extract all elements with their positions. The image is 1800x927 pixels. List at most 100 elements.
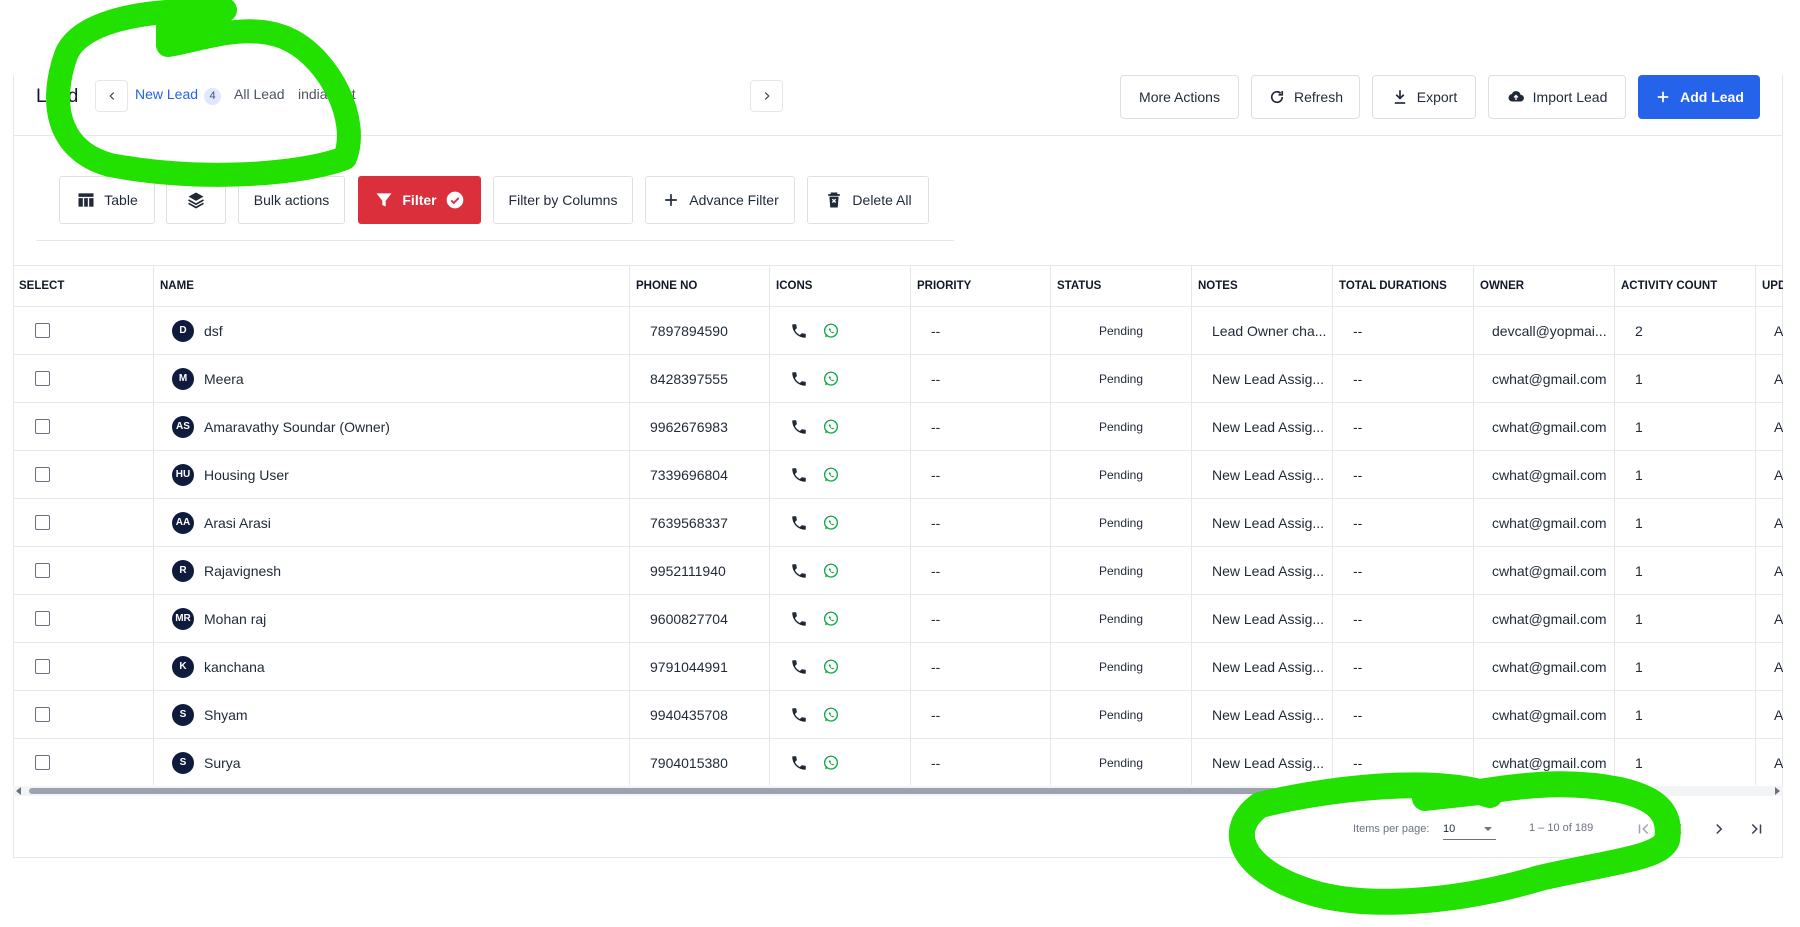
whatsapp-icon[interactable] <box>822 754 840 772</box>
whatsapp-icon[interactable] <box>822 562 840 580</box>
page-title: Lead <box>36 86 79 107</box>
table-row[interactable]: MR Mohan raj 9600827704 -- Pending New Lead A… <box>13 595 1783 643</box>
column-header-notes[interactable]: NOTES <box>1192 266 1333 306</box>
refresh-icon <box>1270 90 1284 104</box>
prev-page-icon <box>1675 823 1682 835</box>
whatsapp-icon[interactable] <box>822 466 840 484</box>
table-view-button[interactable]: Table <box>59 176 155 224</box>
layers-button[interactable] <box>166 176 226 224</box>
lead-name[interactable]: kanchana <box>204 659 265 675</box>
lead-name[interactable]: Shyam <box>204 707 248 723</box>
phone-icon[interactable] <box>790 418 808 436</box>
priority-value: -- <box>931 706 941 723</box>
scroll-left-arrow[interactable] <box>16 787 21 795</box>
whatsapp-icon[interactable] <box>822 706 840 724</box>
phone-number: 9940435708 <box>650 706 728 723</box>
row-checkbox[interactable] <box>35 611 50 626</box>
phone-number: 9791044991 <box>650 658 728 675</box>
phone-icon[interactable] <box>790 466 808 484</box>
import-lead-button[interactable]: Import Lead <box>1488 75 1626 119</box>
refresh-button[interactable]: Refresh <box>1251 75 1360 119</box>
phone-icon[interactable] <box>790 754 808 772</box>
column-header-total-durations[interactable]: TOTAL DURATIONS <box>1333 266 1474 306</box>
phone-icon[interactable] <box>790 322 808 340</box>
column-header-activity-count[interactable]: ACTIVITY COUNT <box>1615 266 1756 306</box>
row-checkbox[interactable] <box>35 515 50 530</box>
lead-name[interactable]: Rajavignesh <box>204 563 281 579</box>
lead-name[interactable]: dsf <box>204 323 223 339</box>
delete-all-button[interactable]: Delete All <box>807 176 929 224</box>
scroll-right-arrow[interactable] <box>1775 787 1780 795</box>
tab-new-lead[interactable]: New Lead 4 <box>135 86 222 105</box>
row-checkbox[interactable] <box>35 659 50 674</box>
whatsapp-icon[interactable] <box>822 658 840 676</box>
column-header-upd[interactable]: UPD <box>1756 266 1783 306</box>
row-checkbox[interactable] <box>35 755 50 770</box>
column-header-select[interactable]: SELECT <box>13 266 154 306</box>
whatsapp-icon[interactable] <box>822 322 840 340</box>
column-header-owner[interactable]: OWNER <box>1474 266 1615 306</box>
add-lead-button[interactable]: Add Lead <box>1638 75 1760 119</box>
activity-value: 1 <box>1635 466 1643 483</box>
table-row[interactable]: S Surya 7904015380 -- Pending New Lead Assig.… <box>13 739 1783 785</box>
tab-indiamart[interactable]: indiamart <box>298 86 356 102</box>
prev-page-button[interactable] <box>1665 815 1693 843</box>
lead-name[interactable]: Meera <box>204 371 244 387</box>
phone-icon[interactable] <box>790 610 808 628</box>
row-checkbox[interactable] <box>35 707 50 722</box>
phone-icon[interactable] <box>790 658 808 676</box>
table-row[interactable]: Kkanchana 9791044991 -- Pending New Lead Ass… <box>13 643 1783 691</box>
filter-button[interactable]: Filter <box>358 176 481 224</box>
phone-icon[interactable] <box>790 562 808 580</box>
phone-icon[interactable] <box>790 514 808 532</box>
column-header-icons[interactable]: ICONS <box>770 266 911 306</box>
table-row[interactable]: R Rajavignesh 9952111940 -- Pending New Lead … <box>13 547 1783 595</box>
tabs-prev-button[interactable] <box>95 80 128 112</box>
upd-value: A <box>1774 706 1783 723</box>
scrollbar-thumb[interactable] <box>29 788 1279 794</box>
notes-value: New Lead Assig... <box>1212 370 1325 387</box>
filter-by-columns-button[interactable]: Filter by Columns <box>493 176 633 224</box>
whatsapp-icon[interactable] <box>822 418 840 436</box>
horizontal-scrollbar[interactable] <box>13 786 1783 796</box>
whatsapp-icon[interactable] <box>822 370 840 388</box>
tabs-next-button[interactable] <box>750 80 783 112</box>
table-row[interactable]: AA Arasi Arasi 7639568337 -- Pending New Lead… <box>13 499 1783 547</box>
select-cell <box>13 499 154 546</box>
table-row[interactable]: AS Amaravathy Soundar (Owner) 9962676983 --… <box>13 403 1783 451</box>
row-checkbox[interactable] <box>35 467 50 482</box>
first-page-button[interactable] <box>1630 815 1658 843</box>
priority-value: -- <box>931 562 941 579</box>
lead-name[interactable]: Mohan raj <box>204 611 266 627</box>
tab-all-lead[interactable]: All Lead <box>234 86 285 102</box>
row-checkbox[interactable] <box>35 371 50 386</box>
column-header-status[interactable]: STATUS <box>1051 266 1192 306</box>
advance-filter-button[interactable]: Advance Filter <box>645 176 795 224</box>
column-header-phone[interactable]: PHONE NO <box>630 266 770 306</box>
table-row[interactable]: S Shyam 9940435708 -- Pending New Lead Assig.… <box>13 691 1783 739</box>
row-checkbox[interactable] <box>35 419 50 434</box>
lead-name[interactable]: Arasi Arasi <box>204 515 271 531</box>
more-actions-button[interactable]: More Actions <box>1120 75 1239 119</box>
last-page-button[interactable] <box>1742 815 1770 843</box>
bulk-actions-button[interactable]: Bulk actions <box>238 176 345 224</box>
table-row[interactable]: HU Housing User 7339696804 -- Pending New Lea… <box>13 451 1783 499</box>
row-checkbox[interactable] <box>35 563 50 578</box>
whatsapp-icon[interactable] <box>822 610 840 628</box>
column-header-name[interactable]: NAME <box>154 266 630 306</box>
column-header-priority[interactable]: PRIORITY <box>911 266 1051 306</box>
priority-value: -- <box>931 514 941 531</box>
row-checkbox[interactable] <box>35 323 50 338</box>
table-row[interactable]: M Meera 8428397555 -- Pending New Lead Assig.… <box>13 355 1783 403</box>
owner-cell: cwhat@gmail.com <box>1474 739 1615 785</box>
whatsapp-icon[interactable] <box>822 514 840 532</box>
lead-name[interactable]: Amaravathy Soundar (Owner) <box>204 419 390 435</box>
phone-icon[interactable] <box>790 370 808 388</box>
next-page-button[interactable] <box>1705 815 1733 843</box>
items-per-page-select[interactable]: 10 <box>1443 818 1496 840</box>
export-button[interactable]: Export <box>1372 75 1476 119</box>
lead-name[interactable]: Housing User <box>204 467 289 483</box>
lead-name[interactable]: Surya <box>204 755 241 771</box>
phone-icon[interactable] <box>790 706 808 724</box>
table-row[interactable]: Ddsf 7897894590 -- Pending Lead Owner cha...… <box>13 307 1783 355</box>
